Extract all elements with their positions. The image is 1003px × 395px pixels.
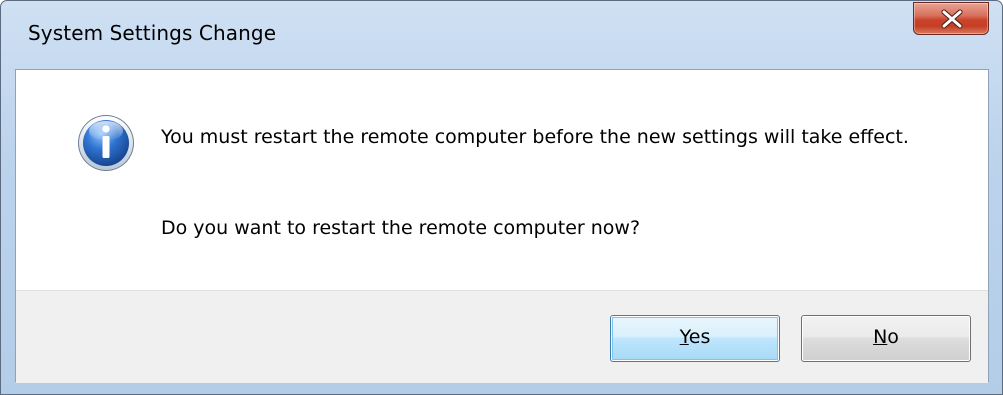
dialog-window: System Settings Change You must restart … [0,0,1003,395]
no-button-label: o [887,326,899,348]
dialog-client-area: You must restart the remote computer bef… [15,69,989,383]
no-button[interactable]: No [801,315,971,362]
close-button[interactable] [913,2,989,35]
no-button-mnemonic: N [873,326,888,348]
yes-button[interactable]: Yes [610,315,780,362]
yes-button-mnemonic: Y [679,326,689,348]
dialog-question: Do you want to restart the remote comput… [161,217,641,239]
information-icon [78,115,134,171]
yes-button-label: es [688,326,711,348]
close-icon [941,9,963,29]
button-bar: Yes No [16,290,988,383]
dialog-message: You must restart the remote computer bef… [161,126,909,148]
window-title: System Settings Change [28,21,277,45]
message-area: You must restart the remote computer bef… [16,70,988,290]
title-bar[interactable]: System Settings Change [1,1,1002,69]
